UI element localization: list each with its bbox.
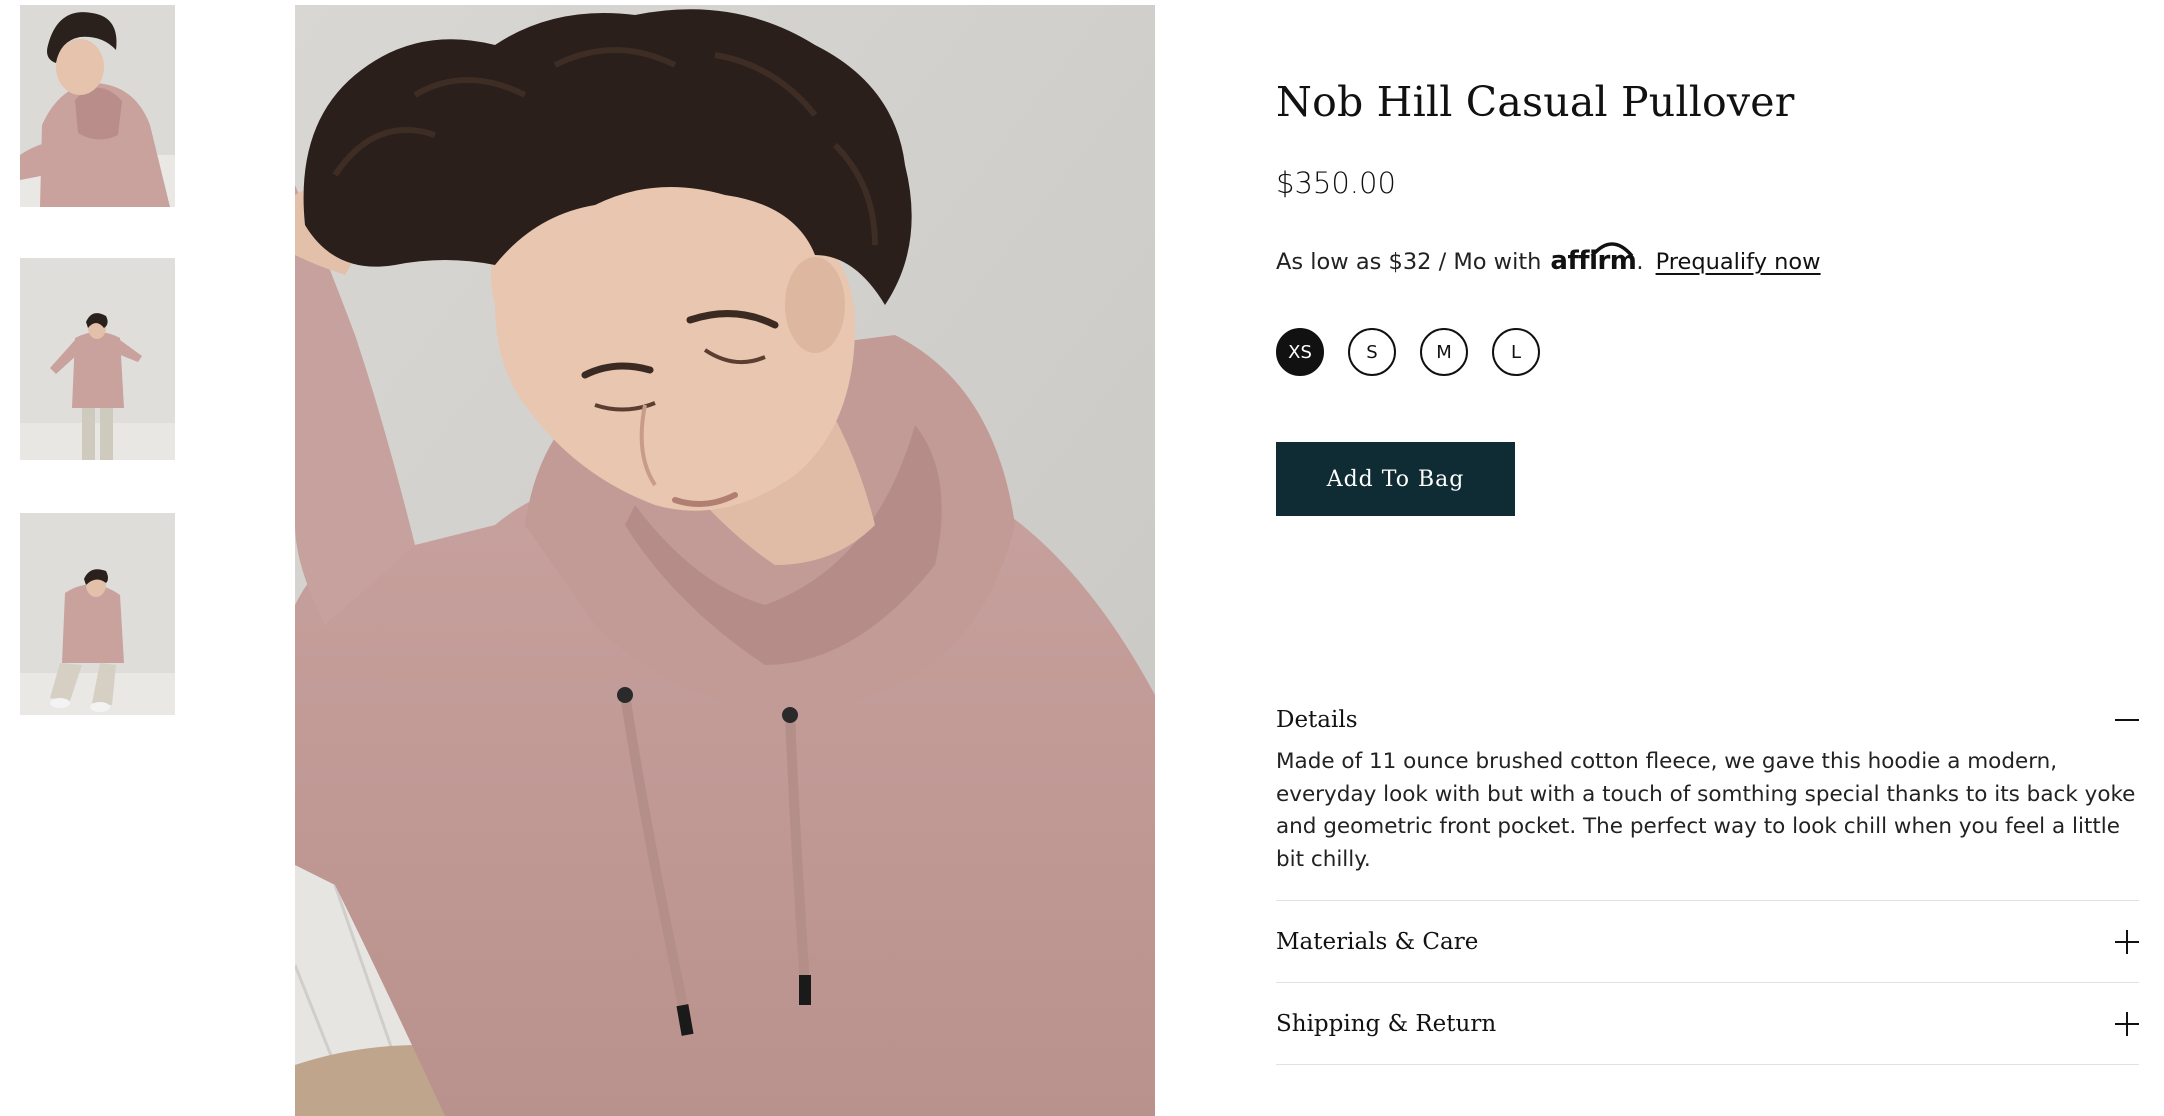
product-title: Nob Hill Casual Pullover <box>1276 78 1795 126</box>
product-info-panel: Nob Hill Casual Pullover $350.00 As low … <box>1276 0 2139 1116</box>
accordion-materials-title: Materials & Care <box>1276 928 1479 955</box>
accordion-details: Details Made of 11 ounce brushed cotton … <box>1276 688 2139 901</box>
thumbnail-photo <box>20 258 175 460</box>
accordion-shipping-title: Shipping & Return <box>1276 1010 1497 1037</box>
thumbnail-photo <box>20 5 175 207</box>
financing-text: As low as $32 / Mo with <box>1276 249 1542 275</box>
hoodie-model-photo <box>295 5 1155 1116</box>
accordion-details-body: Made of 11 ounce brushed cotton fleece, … <box>1276 749 2136 872</box>
affirm-logo: affirm <box>1550 242 1637 276</box>
accordion-materials: Materials & Care <box>1276 901 2139 983</box>
thumbnail-image-2[interactable] <box>20 258 175 460</box>
financing-period: . <box>1636 249 1644 275</box>
size-option-xs[interactable]: XS <box>1276 328 1324 376</box>
main-product-image <box>295 5 1155 1116</box>
size-option-m[interactable]: M <box>1420 328 1468 376</box>
accordion-details-title: Details <box>1276 707 1358 733</box>
accordion-materials-header[interactable]: Materials & Care <box>1276 901 2139 982</box>
plus-icon[interactable] <box>2115 1011 2139 1036</box>
product-accordion: Details Made of 11 ounce brushed cotton … <box>1276 688 2139 1065</box>
thumbnail-photo <box>20 513 175 715</box>
accordion-shipping-header[interactable]: Shipping & Return <box>1276 983 2139 1064</box>
minus-icon[interactable] <box>2115 708 2139 732</box>
thumbnail-image-1[interactable] <box>20 5 175 207</box>
plus-icon[interactable] <box>2115 929 2139 954</box>
accordion-shipping: Shipping & Return <box>1276 983 2139 1065</box>
size-option-s[interactable]: S <box>1348 328 1396 376</box>
affirm-arc-icon <box>1591 242 1634 258</box>
product-price: $350.00 <box>1276 166 1396 200</box>
prequalify-link[interactable]: Prequalify now <box>1656 249 1821 275</box>
add-to-bag-button[interactable]: Add To Bag <box>1276 442 1515 516</box>
size-selector: XS S M L <box>1276 328 1540 376</box>
size-option-l[interactable]: L <box>1492 328 1540 376</box>
financing-message: As low as $32 / Mo with affirm . Prequal… <box>1276 242 1821 276</box>
thumbnail-image-3[interactable] <box>20 513 175 715</box>
accordion-details-header[interactable]: Details <box>1276 688 2139 752</box>
